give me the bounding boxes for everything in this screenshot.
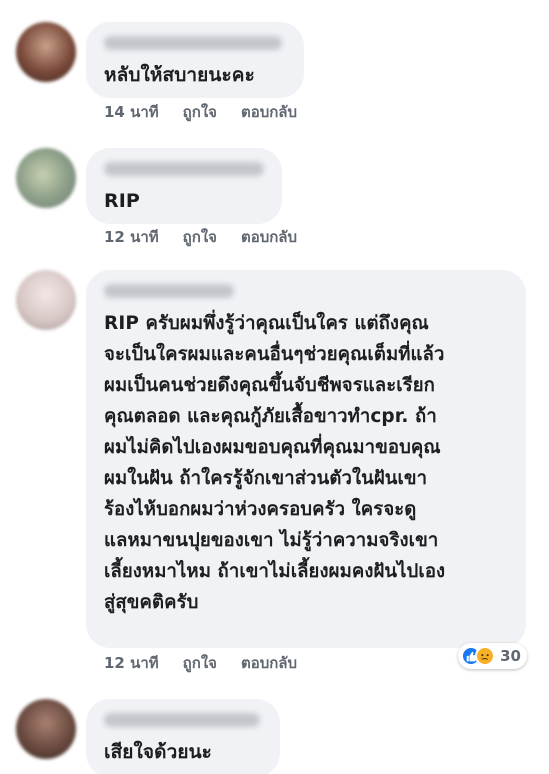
comment-text-line: ผมเป็นคนช่วยดึงคุณขึ้นจับชีพจรและเรียก — [104, 375, 435, 396]
comment-text-line: RIP ครับผมพึ่งรู้ว่าคุณเป็นใคร แต่ถึงคุณ — [104, 313, 429, 334]
sad-icon — [475, 646, 496, 666]
comment-actions: 12 นาที ถูกใจ ตอบกลับ — [104, 226, 297, 248]
comment-text-line: แลหมาขนปุยของเขา ไม่รู้ว่าความจริงเขา — [104, 530, 439, 551]
avatar[interactable] — [16, 148, 76, 208]
comment-timestamp[interactable]: 12 นาที — [104, 225, 159, 249]
reply-button[interactable]: ตอบกลับ — [241, 225, 297, 249]
reply-button[interactable]: ตอบกลับ — [241, 651, 297, 675]
comment-text-line: จะเป็นใครผมและคนอื่นๆช่วยคุณเต็มที่แล้ว — [104, 344, 445, 365]
avatar[interactable] — [16, 22, 76, 82]
avatar[interactable] — [16, 699, 76, 759]
comment-bubble: หลับให้สบายนะคะ — [86, 22, 304, 98]
comment-timestamp[interactable]: 12 นาที — [104, 651, 159, 675]
reaction-summary[interactable]: 30 — [458, 643, 527, 669]
comment-actions: 12 นาที ถูกใจ ตอบกลับ — [104, 652, 297, 674]
comment-text-line: เลี้ยงหมาไหม ถ้าเขาไม่เลี้ยงผมคงฝันไปเอง — [104, 561, 446, 582]
comment-author[interactable] — [104, 162, 264, 176]
comment-text-line: ร้องไห้บอกผมว่าห่วงครอบครัว ใครจะดู — [104, 499, 417, 520]
comment-actions: 14 นาที ถูกใจ ตอบกลับ — [104, 101, 297, 123]
comment-author[interactable] — [104, 36, 282, 50]
comment-timestamp[interactable]: 14 นาที — [104, 100, 159, 124]
comment-author[interactable] — [104, 284, 234, 298]
like-button[interactable]: ถูกใจ — [183, 100, 217, 124]
comment-text-line: ผมในฝัน ถ้าใครรู้จักเขาส่วนตัวในฝันเขา — [104, 468, 428, 489]
comment-text-line: คุณตลอด และคุณกู้ภัยเสื้อขาวทำcpr. ถ้า — [104, 406, 437, 427]
comment-bubble: เสียใจด้วยนะ — [86, 699, 280, 774]
avatar[interactable] — [16, 270, 76, 330]
comment-text: RIP — [104, 190, 140, 212]
like-button[interactable]: ถูกใจ — [183, 651, 217, 675]
comment-text-line: ผมไม่คิดไปเองผมขอบคุณที่คุณมาขอบคุณ — [104, 437, 441, 458]
comment-bubble: RIP — [86, 148, 282, 224]
comment-author[interactable] — [104, 713, 260, 727]
reaction-count: 30 — [500, 647, 521, 665]
comment-text: RIP ครับผมพึ่งรู้ว่าคุณเป็นใคร แต่ถึงคุณ… — [104, 308, 508, 618]
comment-text-line: สู่สุขคติครับ — [104, 592, 199, 613]
like-button[interactable]: ถูกใจ — [183, 225, 217, 249]
comment-bubble: RIP ครับผมพึ่งรู้ว่าคุณเป็นใคร แต่ถึงคุณ… — [86, 270, 526, 648]
reply-button[interactable]: ตอบกลับ — [241, 100, 297, 124]
comment-text: เสียใจด้วยนะ — [104, 741, 212, 763]
comment-text: หลับให้สบายนะคะ — [104, 64, 255, 86]
